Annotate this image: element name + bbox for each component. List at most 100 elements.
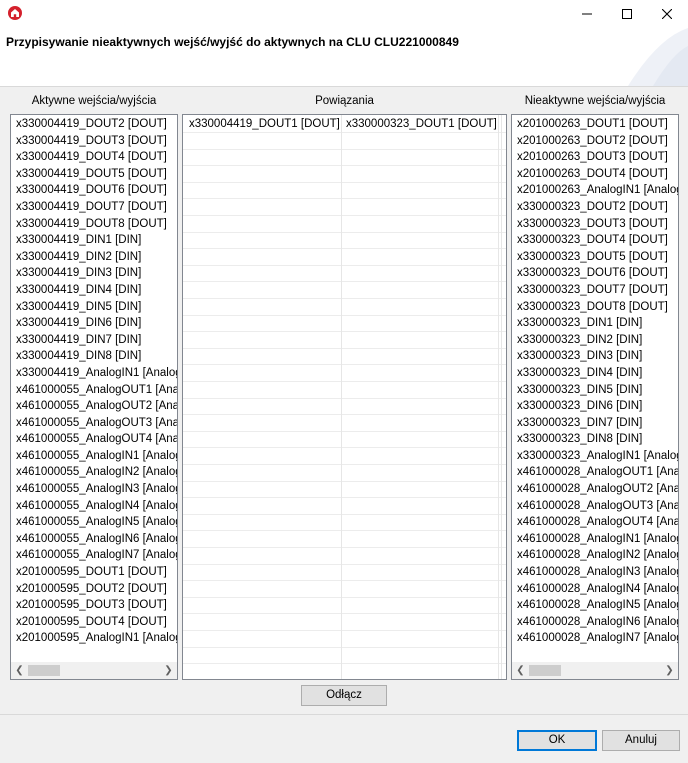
list-item[interactable]: x461000028_AnalogIN6 [AnalogIN] (512, 614, 678, 631)
list-item[interactable]: x461000055_AnalogIN1 [AnalogIN] (11, 448, 177, 465)
list-item[interactable]: x330000323_DOUT8 [DOUT] (512, 299, 678, 316)
list-item[interactable]: x461000055_AnalogIN5 [AnalogIN] (11, 514, 177, 531)
inactive-column-header: Nieaktywne wejścia/wyjścia (524, 95, 666, 107)
list-item[interactable]: x330004419_DOUT2 [DOUT] (11, 116, 177, 133)
list-item[interactable]: x330004419_DIN6 [DIN] (11, 315, 177, 332)
grid-row-line (183, 596, 506, 598)
list-item[interactable]: x461000028_AnalogIN3 [AnalogIN] (512, 564, 678, 581)
list-item[interactable]: x330004419_AnalogIN1 [AnalogIN] (11, 365, 177, 382)
link-inactive-cell[interactable]: x330000323_DOUT1 [DOUT] (346, 116, 497, 132)
dialog-title: Przypisywanie nieaktywnych wejść/wyjść d… (6, 35, 459, 49)
list-item[interactable]: x461000028_AnalogIN1 [AnalogIN] (512, 531, 678, 548)
list-item[interactable]: x330000323_DIN6 [DIN] (512, 398, 678, 415)
scroll-left-icon[interactable]: ❮ (512, 662, 529, 679)
list-item[interactable]: x330004419_DIN5 [DIN] (11, 299, 177, 316)
list-item[interactable]: x461000055_AnalogIN4 [AnalogIN] (11, 498, 177, 515)
inactive-io-list[interactable]: x201000263_DOUT1 [DOUT] x201000263_DOUT2 … (511, 114, 679, 680)
list-item[interactable]: x330000323_DIN5 [DIN] (512, 382, 678, 399)
active-io-list[interactable]: x330004419_DOUT2 [DOUT] x330004419_DOUT3 … (10, 114, 178, 680)
list-item[interactable]: x201000595_DOUT4 [DOUT] (11, 614, 177, 631)
list-item[interactable]: x201000263_DOUT3 [DOUT] (512, 149, 678, 166)
list-item[interactable]: x330000323_DOUT6 [DOUT] (512, 265, 678, 282)
list-item[interactable]: x461000055_AnalogIN7 [AnalogIN] (11, 547, 177, 564)
list-item[interactable]: x330000323_DIN4 [DIN] (512, 365, 678, 382)
list-item[interactable]: x330000323_DIN8 [DIN] (512, 431, 678, 448)
maximize-icon (622, 9, 632, 19)
disconnect-button[interactable]: Odłącz (301, 685, 387, 706)
list-item[interactable]: x330000323_AnalogIN1 [AnalogIN] (512, 448, 678, 465)
list-item[interactable]: x461000028_AnalogOUT2 [AnalogO (512, 481, 678, 498)
list-item[interactable]: x461000055_AnalogIN3 [AnalogIN] (11, 481, 177, 498)
list-item[interactable]: x330004419_DOUT8 [DOUT] (11, 216, 177, 233)
inactive-list-hscrollbar[interactable]: ❮ ❯ (512, 662, 678, 679)
maximize-button[interactable] (607, 0, 647, 28)
list-item[interactable]: x330000323_DOUT7 [DOUT] (512, 282, 678, 299)
list-item[interactable]: x201000263_AnalogIN1 [AnalogIN] (512, 182, 678, 199)
list-item[interactable]: x461000055_AnalogOUT1 [AnalogO (11, 382, 177, 399)
list-item[interactable]: x201000263_DOUT2 [DOUT] (512, 133, 678, 150)
grid-row-line (183, 630, 506, 631)
scroll-right-icon[interactable]: ❯ (661, 662, 678, 679)
active-list-hscrollbar[interactable]: ❮ ❯ (11, 662, 177, 679)
list-item[interactable]: x201000595_AnalogIN1 [AnalogIN] (11, 630, 177, 647)
scrollbar-thumb[interactable] (529, 665, 561, 676)
list-item[interactable]: x330004419_DIN7 [DIN] (11, 332, 177, 349)
list-item[interactable]: x330000323_DOUT5 [DOUT] (512, 249, 678, 266)
ok-button[interactable]: OK (517, 730, 597, 751)
list-item[interactable]: x461000055_AnalogIN2 [AnalogIN] (11, 464, 177, 481)
minimize-button[interactable] (567, 0, 607, 28)
cancel-button[interactable]: Anuluj (602, 730, 680, 751)
grid-row-line (183, 281, 506, 283)
grid-row-line (183, 148, 506, 150)
list-item[interactable]: x461000028_AnalogIN7 [AnalogIN] (512, 630, 678, 647)
footer-divider (0, 714, 688, 715)
list-item[interactable]: x461000028_AnalogIN2 [AnalogIN] (512, 547, 678, 564)
list-item[interactable]: x461000028_AnalogOUT1 [AnalogO (512, 464, 678, 481)
list-item[interactable]: x330004419_DOUT3 [DOUT] (11, 133, 177, 150)
list-item[interactable]: x201000263_DOUT4 [DOUT] (512, 166, 678, 183)
list-item[interactable]: x330004419_DIN8 [DIN] (11, 348, 177, 365)
link-active-cell[interactable]: x330004419_DOUT1 [DOUT] (189, 116, 340, 132)
list-item[interactable]: x461000028_AnalogOUT3 [AnalogO (512, 498, 678, 515)
list-item[interactable]: x330004419_DOUT4 [DOUT] (11, 149, 177, 166)
list-item[interactable]: x330000323_DOUT2 [DOUT] (512, 199, 678, 216)
list-item[interactable]: x330000323_DOUT4 [DOUT] (512, 232, 678, 249)
links-grid[interactable]: x330004419_DOUT1 [DOUT] x330000323_DOUT1 … (182, 114, 507, 680)
scroll-right-icon[interactable]: ❯ (160, 662, 177, 679)
list-item[interactable]: x330000323_DIN1 [DIN] (512, 315, 678, 332)
list-item[interactable]: x330004419_DIN2 [DIN] (11, 249, 177, 266)
header-decoration (598, 28, 688, 86)
list-item[interactable]: x201000263_DOUT1 [DOUT] (512, 116, 678, 133)
grid-row-line (183, 580, 506, 582)
list-item[interactable]: x330004419_DIN1 [DIN] (11, 232, 177, 249)
grid-row-line (183, 663, 506, 665)
list-item[interactable]: x461000028_AnalogIN4 [AnalogIN] (512, 581, 678, 598)
list-item[interactable]: x201000595_DOUT2 [DOUT] (11, 581, 177, 598)
grid-row-line (183, 563, 506, 565)
list-item[interactable]: x330004419_DOUT6 [DOUT] (11, 182, 177, 199)
close-icon (662, 9, 672, 19)
grid-row-line (183, 248, 506, 250)
list-item[interactable]: x330000323_DIN2 [DIN] (512, 332, 678, 349)
scroll-left-icon[interactable]: ❮ (11, 662, 28, 679)
list-item[interactable]: x330004419_DIN4 [DIN] (11, 282, 177, 299)
list-item[interactable]: x330004419_DOUT5 [DOUT] (11, 166, 177, 183)
list-item[interactable]: x461000055_AnalogIN6 [AnalogIN] (11, 531, 177, 548)
close-button[interactable] (647, 0, 687, 28)
list-item[interactable]: x461000055_AnalogOUT2 [AnalogO (11, 398, 177, 415)
list-item[interactable]: x330000323_DOUT3 [DOUT] (512, 216, 678, 233)
grid-row-line (183, 397, 506, 399)
scrollbar-thumb[interactable] (28, 665, 60, 676)
list-item[interactable]: x461000055_AnalogOUT3 [AnalogO (11, 415, 177, 432)
list-item[interactable]: x461000028_AnalogIN5 [AnalogIN] (512, 597, 678, 614)
list-item[interactable]: x330000323_DIN3 [DIN] (512, 348, 678, 365)
list-item[interactable]: x330004419_DOUT7 [DOUT] (11, 199, 177, 216)
list-item[interactable]: x201000595_DOUT3 [DOUT] (11, 597, 177, 614)
list-item[interactable]: x330000323_DIN7 [DIN] (512, 415, 678, 432)
grid-row-line (183, 430, 506, 432)
list-item[interactable]: x330004419_DIN3 [DIN] (11, 265, 177, 282)
list-item[interactable]: x201000595_DOUT1 [DOUT] (11, 564, 177, 581)
list-item[interactable]: x461000028_AnalogOUT4 [AnalogO (512, 514, 678, 531)
list-item[interactable]: x461000055_AnalogOUT4 [AnalogO (11, 431, 177, 448)
grid-column-divider (498, 115, 499, 679)
